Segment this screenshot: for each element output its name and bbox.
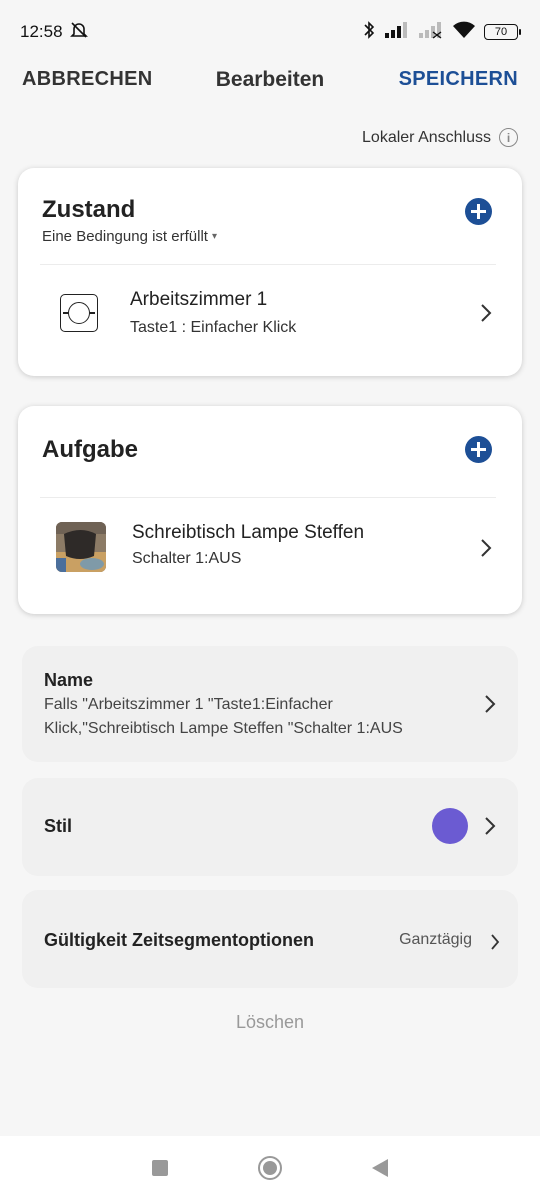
plus-icon xyxy=(471,204,486,219)
task-item[interactable]: Schreibtisch Lampe Steffen Schalter 1:AU… xyxy=(18,498,522,614)
signal-2-icon xyxy=(418,21,444,44)
condition-mode-label: Eine Bedingung ist erfüllt xyxy=(42,228,208,245)
delete-label: Löschen xyxy=(235,1012,305,1032)
add-condition-button[interactable] xyxy=(465,198,492,225)
plus-icon xyxy=(471,442,486,457)
home-icon[interactable] xyxy=(258,1156,282,1180)
task-title: Aufgabe xyxy=(42,436,138,463)
back-icon[interactable] xyxy=(372,1159,388,1177)
validity-title: Gültigkeit Zeitsegmentoptionen xyxy=(44,930,315,950)
validity-value: Ganztägig xyxy=(399,931,472,948)
chevron-right-icon xyxy=(480,538,492,564)
status-bar: 12:58 70 xyxy=(0,0,540,64)
recent-apps-icon[interactable] xyxy=(152,1160,168,1176)
local-connection-label: Lokaler Anschluss xyxy=(362,128,491,146)
battery-icon: 70 xyxy=(484,24,521,40)
status-left: 12:58 xyxy=(20,20,89,45)
save-button[interactable]: SPEICHERN xyxy=(399,68,518,91)
page-title-text: Bearbeiten xyxy=(215,68,325,91)
task-item-subtitle: Schalter 1:AUS xyxy=(132,550,242,567)
bluetooth-icon xyxy=(362,20,376,45)
condition-item[interactable]: Arbeitszimmer 1 Taste1 : Einfacher Klick xyxy=(18,265,522,376)
condition-item-subtitle: Taste1 : Einfacher Klick xyxy=(130,319,297,336)
mute-icon xyxy=(69,20,89,45)
lamp-photo-thumbnail xyxy=(56,522,106,572)
task-card: Aufgabe Schreibtisch Lampe Steffen Schal… xyxy=(18,406,522,614)
delete-button[interactable]: Löschen xyxy=(0,1012,540,1033)
signal-icon xyxy=(384,21,410,44)
validity-panel[interactable]: Gültigkeit Zeitsegmentoptionen Ganztägig xyxy=(22,890,518,988)
name-title: Name xyxy=(44,670,94,690)
wall-switch-icon xyxy=(60,294,98,332)
chevron-right-icon xyxy=(480,303,492,329)
name-value: Falls "Arbeitszimmer 1 "Taste1:Einfacher… xyxy=(44,696,403,737)
wifi-icon xyxy=(452,21,476,44)
condition-title: Zustand xyxy=(42,196,136,223)
status-time: 12:58 xyxy=(20,22,63,41)
add-task-button[interactable] xyxy=(465,436,492,463)
status-right: 70 xyxy=(362,20,521,45)
system-nav-bar xyxy=(0,1136,540,1200)
condition-mode-dropdown[interactable]: Eine Bedingung ist erfüllt ▾ xyxy=(42,228,217,245)
cancel-button[interactable]: ABBRECHEN xyxy=(22,68,152,91)
chevron-right-icon xyxy=(484,694,496,720)
name-panel[interactable]: Name Falls "Arbeitszimmer 1 "Taste1:Einf… xyxy=(22,646,518,762)
condition-card: Zustand Eine Bedingung ist erfüllt ▾ Arb… xyxy=(18,168,522,376)
chevron-right-icon xyxy=(484,816,496,842)
style-panel[interactable]: Stil xyxy=(22,778,518,876)
header: Bearbeiten ABBRECHEN SPEICHERN xyxy=(0,62,540,102)
chevron-down-icon: ▾ xyxy=(211,231,217,242)
chevron-right-icon xyxy=(490,931,500,957)
style-title: Stil xyxy=(44,816,73,836)
task-item-title: Schreibtisch Lampe Steffen xyxy=(132,522,365,543)
info-icon[interactable]: i xyxy=(499,128,518,147)
local-connection: Lokaler Anschluss i xyxy=(362,128,518,147)
style-color-swatch xyxy=(432,808,468,844)
condition-item-title: Arbeitszimmer 1 xyxy=(130,289,268,310)
